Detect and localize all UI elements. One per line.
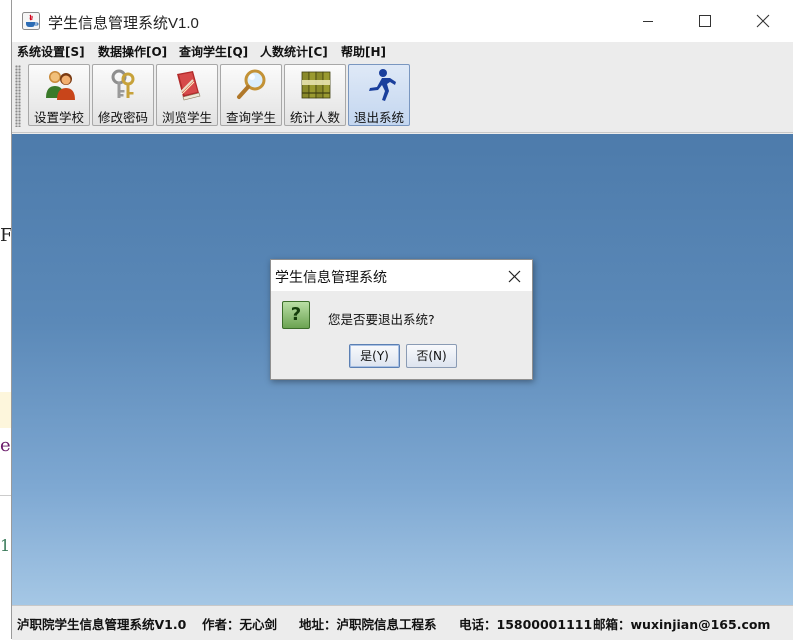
menu-count-statistics[interactable]: 人数统计[C] — [260, 43, 328, 60]
magnifier-icon — [237, 69, 266, 99]
count-students-label: 统计人数 — [289, 110, 340, 125]
running-man-icon — [369, 69, 396, 101]
change-password-label: 修改密码 — [97, 110, 148, 125]
exit-confirm-dialog: 学生信息管理系统 ? 您是否要退出系统? 是(Y) 否(N) — [270, 259, 533, 380]
dialog-message: 您是否要退出系统? — [328, 312, 435, 327]
yes-button[interactable]: 是(Y) — [349, 344, 400, 368]
set-school-button[interactable]: 设置学校 — [28, 64, 90, 126]
background-text: e — [0, 435, 11, 456]
maximize-button[interactable] — [682, 0, 728, 42]
menu-system-settings[interactable]: 系统设置[S] — [17, 43, 85, 60]
count-students-button[interactable]: 统计人数 — [284, 64, 346, 126]
java-app-icon — [22, 12, 40, 30]
query-student-button[interactable]: 查询学生 — [220, 64, 282, 126]
set-school-label: 设置学校 — [33, 110, 84, 125]
background-text: 1 — [0, 536, 11, 555]
title-bar[interactable]: 学生信息管理系统V1.0 — [12, 0, 793, 42]
browse-students-label: 浏览学生 — [161, 110, 212, 125]
status-app-name: 泸职院学生信息管理系统V1.0 — [17, 617, 187, 632]
query-student-label: 查询学生 — [225, 110, 276, 125]
toolbar: 设置学校 修改密码 浏览学生 查询学生 统计人数 退出系统 — [12, 62, 793, 133]
dialog-title: 学生信息管理系统 — [275, 269, 387, 285]
status-address: 地址：泸职院信息工程系 — [299, 617, 437, 632]
browse-students-button[interactable]: 浏览学生 — [156, 64, 218, 126]
close-icon — [508, 270, 520, 282]
no-button[interactable]: 否(N) — [406, 344, 457, 368]
dialog-title-bar[interactable]: 学生信息管理系统 — [271, 260, 532, 291]
minimize-button[interactable] — [625, 0, 671, 42]
status-phone: 电话：15800001111 — [459, 617, 593, 632]
question-icon: ? — [282, 301, 310, 329]
close-button[interactable] — [740, 0, 786, 42]
menu-data-operations[interactable]: 数据操作[O] — [98, 43, 167, 60]
exit-system-label: 退出系统 — [353, 110, 404, 125]
status-author: 作者：无心剑 — [202, 617, 278, 632]
menu-bar: 系统设置[S] 数据操作[O] 查询学生[Q] 人数统计[C] 帮助[H] — [12, 42, 793, 62]
users-icon — [46, 71, 75, 100]
minimize-icon — [643, 21, 653, 22]
change-password-button[interactable]: 修改密码 — [92, 64, 154, 126]
menu-help[interactable]: 帮助[H] — [341, 43, 386, 60]
toolbar-grip[interactable] — [15, 65, 21, 127]
books-icon — [301, 71, 331, 99]
window-title: 学生信息管理系统V1.0 — [48, 15, 199, 32]
exit-system-button[interactable]: 退出系统 — [348, 64, 410, 126]
close-icon — [756, 14, 770, 28]
menu-query-student[interactable]: 查询学生[Q] — [179, 43, 248, 60]
book-icon — [177, 71, 201, 101]
dialog-close-button[interactable] — [502, 264, 526, 288]
status-email: 邮箱：wuxinjian@165.com — [593, 617, 771, 632]
status-bar: 泸职院学生信息管理系统V1.0 作者：无心剑 地址：泸职院信息工程系 电话：15… — [12, 605, 793, 640]
maximize-icon — [699, 15, 711, 27]
keys-icon — [111, 69, 135, 98]
